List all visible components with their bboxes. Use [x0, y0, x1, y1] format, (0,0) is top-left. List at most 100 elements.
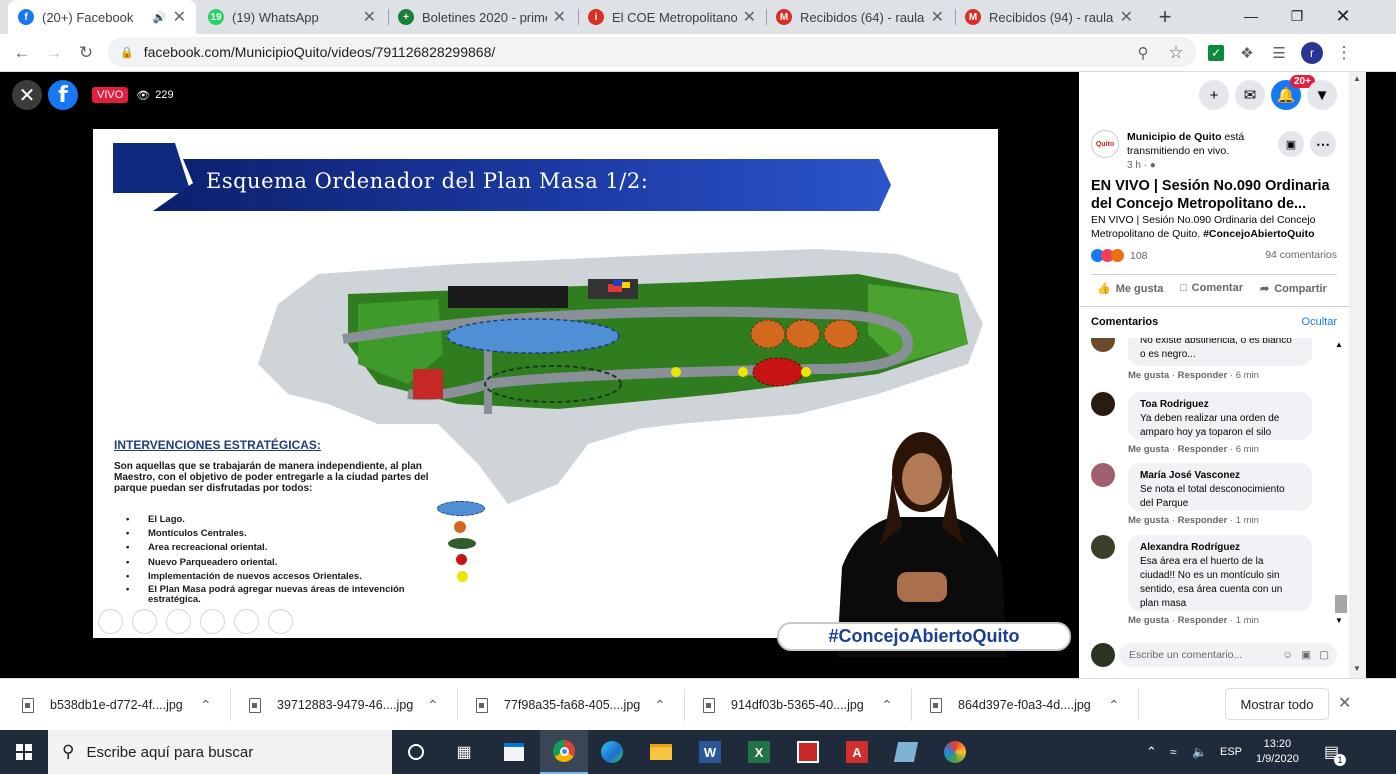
comment-like-link[interactable]: Me gusta — [1128, 370, 1169, 381]
network-icon[interactable]: ≈ — [1170, 730, 1177, 774]
cortana-icon[interactable] — [392, 730, 440, 774]
hide-comments-link[interactable]: Ocultar — [1302, 316, 1337, 328]
comment-like-link[interactable]: Me gusta — [1128, 444, 1169, 455]
download-item[interactable]: b538db1e-d772-4f....jpg ⌃ — [22, 679, 222, 731]
comment-reply-link[interactable]: Responder — [1178, 515, 1228, 526]
page-avatar[interactable]: Quito — [1091, 130, 1119, 158]
video-player[interactable]: ✕ f VIVO 👁 229 Esquema Ordenador del Plan… — [0, 72, 1079, 678]
paint-icon[interactable] — [931, 730, 979, 774]
new-tab-button[interactable]: + — [1153, 4, 1177, 29]
commenter-avatar[interactable] — [1091, 463, 1115, 487]
close-tab-icon[interactable]: ✕ — [931, 7, 944, 27]
more-options-icon[interactable]: ⋯ — [1310, 131, 1336, 157]
download-item[interactable]: 39712883-9479-46....jpg ⌃ — [249, 679, 449, 731]
close-video-button[interactable]: ✕ — [12, 80, 42, 110]
show-all-downloads-button[interactable]: Mostrar todo — [1225, 688, 1329, 720]
share-button[interactable]: ➦ Compartir — [1260, 282, 1327, 296]
edge-icon[interactable] — [588, 730, 636, 774]
comment-like-link[interactable]: Me gusta — [1128, 615, 1169, 626]
excel-icon[interactable]: X — [735, 730, 783, 774]
slide-next-icon[interactable] — [132, 609, 157, 634]
close-tab-icon[interactable]: ✕ — [743, 7, 756, 27]
notes-app-icon[interactable] — [882, 730, 930, 774]
download-options-chevron-icon[interactable]: ⌃ — [427, 697, 439, 714]
profile-avatar[interactable]: r — [1300, 41, 1324, 65]
volume-icon[interactable]: 🔈 — [1192, 730, 1207, 774]
browser-tab[interactable]: M Recibidos (64) - raulalm ✕ — [766, 0, 954, 34]
back-icon[interactable]: ← — [10, 41, 34, 65]
close-tab-icon[interactable]: ✕ — [1120, 7, 1133, 27]
comments-count[interactable]: 94 comentarios — [1265, 249, 1337, 261]
acrobat-icon[interactable]: A — [833, 730, 881, 774]
close-window-button[interactable]: ✕ — [1320, 0, 1366, 32]
scroll-up-arrow-icon[interactable]: ▲ — [1335, 340, 1343, 349]
save-post-icon[interactable]: ▣ — [1278, 131, 1304, 157]
comment-time[interactable]: 6 min — [1236, 370, 1259, 381]
slide-more-icon[interactable] — [268, 609, 293, 634]
my-avatar[interactable] — [1091, 643, 1115, 667]
commenter-name[interactable]: Alexandra Rodríguez — [1140, 541, 1300, 555]
browser-tab[interactable]: i El COE Metropolitano a ✕ — [578, 0, 766, 34]
download-item[interactable]: 914df03b-5365-40....jpg ⌃ — [703, 679, 903, 731]
comment-reply-link[interactable]: Responder — [1178, 615, 1228, 626]
page-scroll-up-icon[interactable]: ▲ — [1353, 74, 1361, 83]
browser-tab[interactable]: 19 (19) WhatsApp ✕ — [198, 0, 386, 34]
messenger-icon[interactable]: ✉ — [1235, 80, 1265, 110]
close-downloads-icon[interactable]: ✕ — [1338, 693, 1351, 713]
download-options-chevron-icon[interactable]: ⌃ — [200, 697, 212, 714]
commenter-avatar[interactable] — [1091, 338, 1115, 352]
extensions-puzzle-icon[interactable]: ❖ — [1235, 41, 1259, 65]
facebook-logo-icon[interactable]: f — [48, 80, 78, 110]
audio-playing-icon[interactable]: 🔊 — [153, 11, 167, 24]
windows-start-button[interactable] — [0, 730, 48, 774]
restore-button[interactable]: ❐ — [1274, 0, 1320, 32]
comment-time[interactable]: 1 min — [1236, 515, 1259, 526]
page-scroll-down-icon[interactable]: ▼ — [1353, 664, 1361, 673]
action-center-icon[interactable]: ▤ 1 — [1324, 730, 1346, 774]
comment-input[interactable]: Escribe un comentario... ☺ ▣ ▢ — [1119, 643, 1337, 667]
media-queue-icon[interactable]: ☰ — [1267, 41, 1291, 65]
close-tab-icon[interactable]: ✕ — [173, 7, 186, 27]
browser-tab[interactable]: M Recibidos (94) - raulalm ✕ — [955, 0, 1143, 34]
gif-icon[interactable]: ▣ — [1301, 649, 1311, 661]
file-explorer-icon[interactable] — [637, 730, 685, 774]
reactions-summary[interactable]: 108 — [1091, 249, 1148, 262]
scroll-down-arrow-icon[interactable]: ▼ — [1335, 616, 1343, 625]
tray-overflow-icon[interactable]: ⌃ — [1146, 730, 1157, 774]
slide-grid-icon[interactable] — [200, 609, 225, 634]
post-hashtag[interactable]: #ConcejoAbiertoQuito — [1203, 228, 1314, 240]
forward-icon[interactable]: → — [42, 41, 66, 65]
slide-pen-icon[interactable] — [166, 609, 191, 634]
commenter-name[interactable]: María José Vasconez — [1140, 469, 1300, 483]
emoji-icon[interactable]: ☺ — [1282, 649, 1293, 661]
comments-scrollbar[interactable]: ▲ ▼ — [1335, 338, 1347, 628]
like-button[interactable]: 👍 Me gusta — [1097, 282, 1163, 296]
download-options-chevron-icon[interactable]: ⌃ — [1108, 697, 1120, 714]
extension-check-icon[interactable]: ✓ — [1204, 41, 1228, 65]
close-tab-icon[interactable]: ✕ — [363, 7, 376, 27]
download-options-chevron-icon[interactable]: ⌃ — [881, 697, 893, 714]
commenter-avatar[interactable] — [1091, 535, 1115, 559]
address-bar[interactable]: 🔒 facebook.com/MunicipioQuito/videos/791… — [108, 37, 1196, 67]
comment-button[interactable]: □ Comentar — [1180, 282, 1243, 294]
zoom-icon[interactable]: ⚲ — [1131, 41, 1155, 65]
page-scrollbar[interactable]: ▲ ▼ — [1349, 72, 1366, 678]
download-item[interactable]: 77f98a35-fa68-405....jpg ⌃ — [476, 679, 676, 731]
comment-like-link[interactable]: Me gusta — [1128, 515, 1169, 526]
task-view-icon[interactable]: ▦ — [440, 730, 488, 774]
word-icon[interactable]: W — [686, 730, 734, 774]
download-item[interactable]: 864d397e-f0a3-4d....jpg ⌃ — [930, 679, 1130, 731]
browser-tab[interactable]: + Boletines 2020 - primer ✕ — [388, 0, 576, 34]
chrome-icon[interactable] — [540, 730, 588, 774]
language-indicator[interactable]: ESP — [1220, 730, 1242, 774]
comment-reply-link[interactable]: Responder — [1178, 444, 1228, 455]
reload-icon[interactable]: ↻ — [74, 41, 98, 65]
minimize-button[interactable]: — — [1228, 0, 1274, 32]
comment-time[interactable]: 6 min — [1236, 444, 1259, 455]
scroll-thumb[interactable] — [1335, 595, 1347, 613]
comment-reply-link[interactable]: Responder — [1178, 370, 1228, 381]
slide-prev-icon[interactable] — [98, 609, 123, 634]
page-name[interactable]: Municipio de Quito — [1127, 131, 1222, 143]
comment-time[interactable]: 1 min — [1236, 615, 1259, 626]
commenter-name[interactable]: Toa Rodriguez — [1140, 398, 1300, 412]
